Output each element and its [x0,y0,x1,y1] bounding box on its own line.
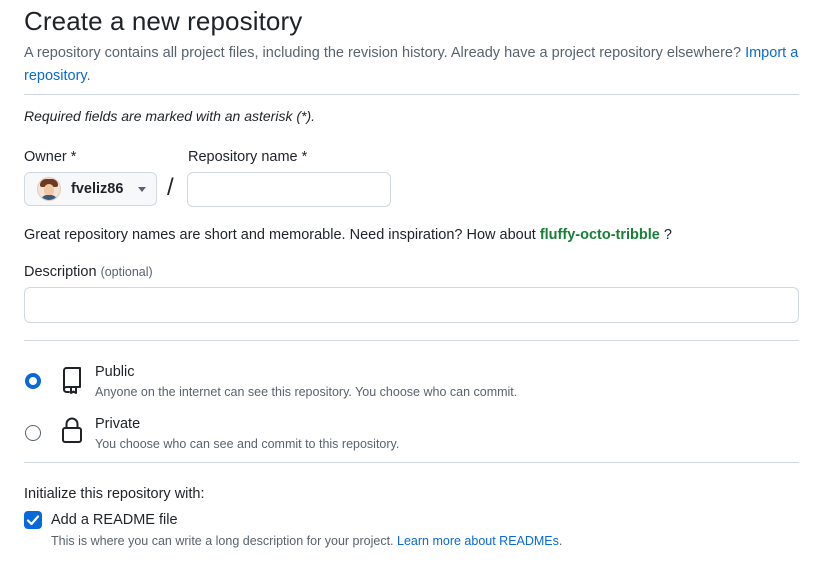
public-option-title: Public [95,364,135,380]
divider [24,462,799,463]
owner-repo-separator: / [167,174,174,201]
add-readme-label[interactable]: Add a README file [51,512,178,528]
repo-name-label: Repository name * [188,149,308,165]
description-label: Description (optional) [24,264,153,280]
repo-icon [60,366,84,394]
description-input[interactable] [24,287,799,323]
check-icon [26,515,40,526]
suggested-name-link[interactable]: fluffy-octo-tribble [540,227,660,243]
readme-description-text: This is where you can write a long descr… [51,534,394,548]
owner-label: Owner * [24,149,77,165]
public-radio[interactable] [25,373,41,389]
hint-text: Great repository names are short and mem… [24,227,536,243]
page-title: Create a new repository [24,6,303,36]
private-option-description: You choose who can see and commit to thi… [95,437,400,451]
owner-dropdown[interactable]: fveliz86 [24,172,157,206]
lock-icon [61,416,83,444]
divider [24,94,799,95]
subtitle-suffix: . [86,68,91,84]
private-radio[interactable] [25,425,41,441]
required-fields-note: Required fields are marked with an aster… [24,108,316,124]
learn-more-readmes-link[interactable]: Learn more about READMEs [397,534,559,548]
owner-name: fveliz86 [71,181,124,197]
initialize-heading: Initialize this repository with: [24,486,205,502]
description-label-text: Description [24,264,97,280]
hint-suffix: ? [663,227,672,243]
subtitle-text: A repository contains all project files,… [24,45,742,61]
page-subtitle: A repository contains all project files,… [24,42,799,88]
add-readme-checkbox[interactable] [24,511,42,529]
chevron-down-icon [138,186,146,192]
private-option-title: Private [95,416,141,432]
divider [24,340,799,341]
readme-description: This is where you can write a long descr… [51,534,562,548]
public-option-description: Anyone on the internet can see this repo… [95,385,518,399]
readme-link-suffix: . [558,534,563,548]
repository-name-input[interactable] [187,172,391,207]
avatar [37,177,61,201]
name-suggestion-hint: Great repository names are short and mem… [24,227,672,243]
optional-tag: (optional) [100,265,153,279]
